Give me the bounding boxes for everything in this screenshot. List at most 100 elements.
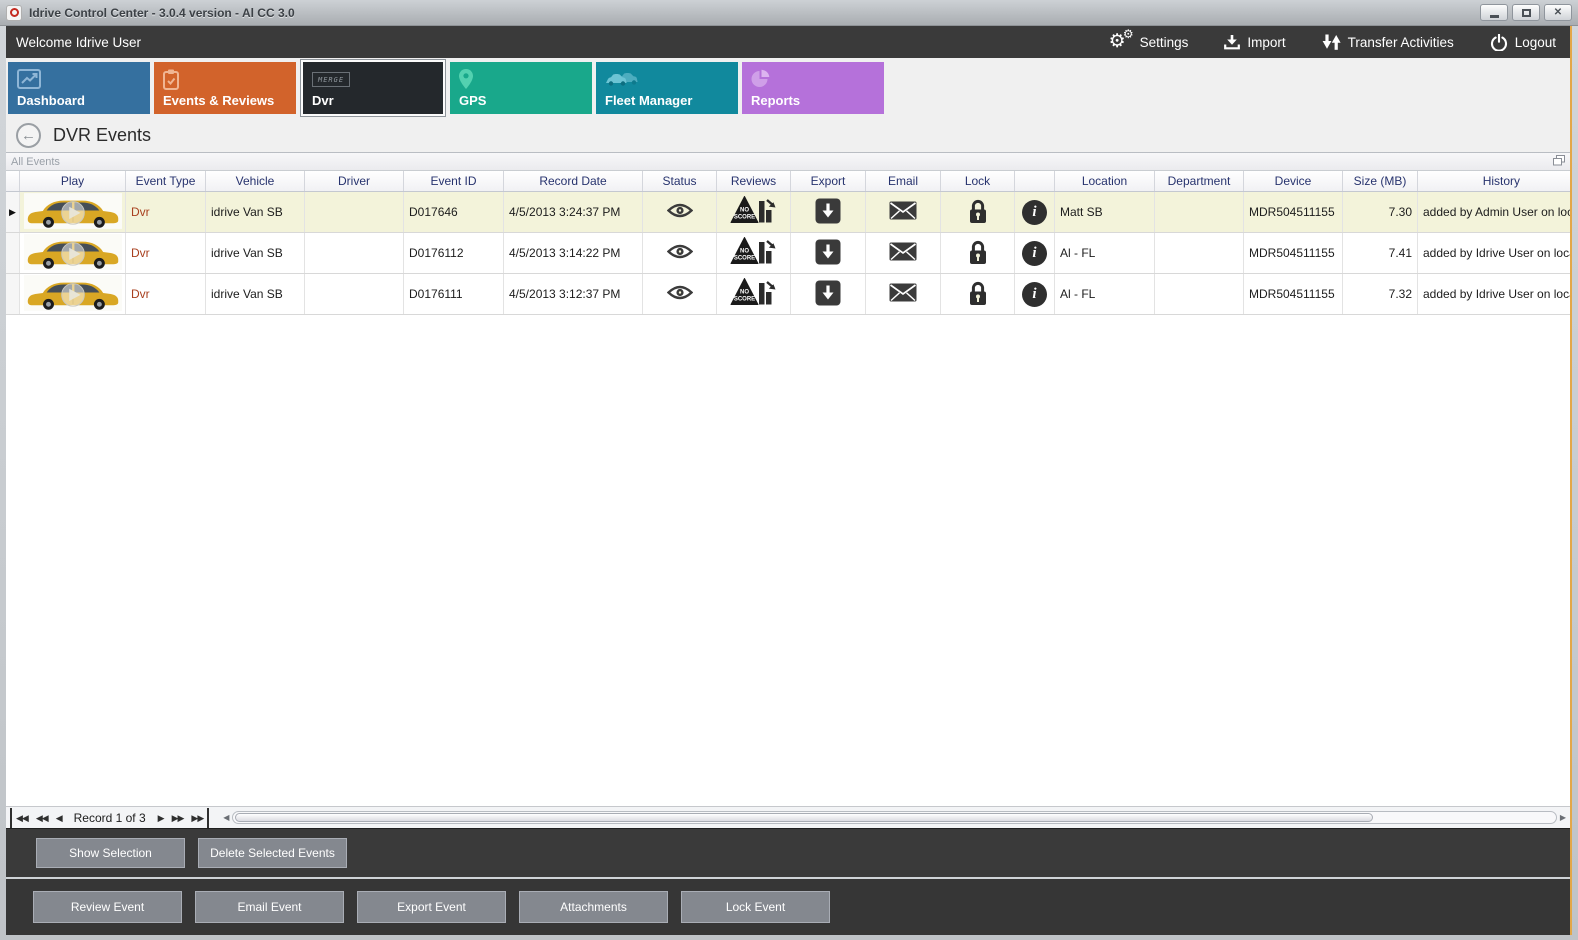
back-button[interactable]: ← bbox=[16, 123, 41, 148]
events-grid: All Events Play Event Type Vehicle bbox=[6, 152, 1570, 828]
scroll-right-icon[interactable]: ▶ bbox=[1560, 813, 1566, 822]
show-selection-button[interactable]: Show Selection bbox=[36, 838, 185, 868]
padlock-icon bbox=[968, 239, 988, 265]
scroll-left-icon[interactable]: ◀ bbox=[223, 813, 229, 822]
transfer-activities-button[interactable]: Transfer Activities bbox=[1322, 34, 1454, 50]
department-cell bbox=[1155, 274, 1244, 314]
svg-text:SCORE: SCORE bbox=[733, 296, 754, 302]
info-button[interactable]: i bbox=[1015, 233, 1055, 273]
envelope-icon bbox=[889, 201, 917, 220]
info-button[interactable]: i bbox=[1015, 274, 1055, 314]
next-page-button[interactable]: ▶▶ bbox=[168, 808, 188, 828]
tile-dashboard-label: Dashboard bbox=[17, 93, 85, 108]
reviews-score-button[interactable]: NOSCORE bbox=[717, 274, 791, 314]
play-video-thumbnail[interactable] bbox=[20, 274, 126, 314]
grid-empty-area bbox=[6, 315, 1570, 806]
tile-fleet-manager[interactable]: Fleet Manager bbox=[596, 62, 738, 114]
maximize-icon bbox=[1522, 9, 1531, 17]
previous-page-button[interactable]: ◀◀ bbox=[32, 808, 52, 828]
header-record-date[interactable]: Record Date bbox=[504, 171, 643, 191]
welcome-text: Welcome Idrive User bbox=[16, 35, 141, 50]
previous-record-button[interactable]: ◀ bbox=[52, 808, 66, 828]
app-logo-icon bbox=[6, 5, 22, 21]
header-export[interactable]: Export bbox=[791, 171, 866, 191]
lock-event-button[interactable] bbox=[941, 274, 1015, 314]
export-event-button[interactable] bbox=[791, 274, 866, 314]
size-cell: 7.41 bbox=[1343, 233, 1418, 273]
last-record-button[interactable]: ▶▶ bbox=[187, 808, 209, 828]
lock-event-button[interactable] bbox=[941, 233, 1015, 273]
padlock-icon bbox=[968, 280, 988, 306]
header-department[interactable]: Department bbox=[1155, 171, 1244, 191]
info-icon: i bbox=[1022, 200, 1047, 225]
cascade-window-icon[interactable] bbox=[1553, 153, 1565, 171]
header-location[interactable]: Location bbox=[1055, 171, 1155, 191]
table-row[interactable]: Dvr idrive Van SB D0176112 4/5/2013 3:14… bbox=[6, 233, 1570, 274]
info-icon: i bbox=[1022, 282, 1047, 307]
export-event-button[interactable]: Export Event bbox=[357, 891, 506, 923]
header-size[interactable]: Size (MB) bbox=[1343, 171, 1418, 191]
export-event-button[interactable] bbox=[791, 233, 866, 273]
maximize-button[interactable] bbox=[1512, 4, 1540, 21]
table-row[interactable]: ▶ Dvr idrive Van SB D017646 4/5/2013 3:2… bbox=[6, 192, 1570, 233]
tile-reports[interactable]: Reports bbox=[742, 62, 884, 114]
header-event-type[interactable]: Event Type bbox=[126, 171, 206, 191]
info-icon: i bbox=[1022, 241, 1047, 266]
reviews-score-button[interactable]: NOSCORE bbox=[717, 233, 791, 273]
first-record-button[interactable]: ◀◀ bbox=[10, 808, 32, 828]
header-lock[interactable]: Lock bbox=[941, 171, 1015, 191]
download-arrow-icon bbox=[815, 239, 841, 265]
header-event-id[interactable]: Event ID bbox=[404, 171, 504, 191]
import-button[interactable]: Import bbox=[1224, 35, 1285, 50]
record-date-cell: 4/5/2013 3:14:22 PM bbox=[504, 233, 643, 273]
tile-dvr[interactable]: MERGE Dvr bbox=[303, 62, 443, 114]
play-video-thumbnail[interactable] bbox=[20, 233, 126, 273]
header-reviews[interactable]: Reviews bbox=[717, 171, 791, 191]
logout-button[interactable]: Logout bbox=[1490, 34, 1556, 51]
grid-caption: All Events bbox=[11, 156, 60, 168]
info-button[interactable]: i bbox=[1015, 192, 1055, 232]
back-arrow-icon: ← bbox=[21, 127, 36, 144]
row-selector-gutter: ▶ bbox=[6, 192, 20, 232]
tile-events-reviews[interactable]: Events & Reviews bbox=[154, 62, 296, 114]
header-play[interactable]: Play bbox=[20, 171, 126, 191]
device-cell: MDR504511155 bbox=[1244, 274, 1343, 314]
status-view-button[interactable] bbox=[643, 274, 717, 314]
status-view-button[interactable] bbox=[643, 192, 717, 232]
tile-dashboard[interactable]: Dashboard bbox=[8, 62, 150, 114]
no-score-badge-icon: NOSCORE bbox=[730, 236, 778, 268]
horizontal-scrollbar[interactable] bbox=[232, 811, 1556, 824]
header-device[interactable]: Device bbox=[1244, 171, 1343, 191]
header-vehicle[interactable]: Vehicle bbox=[206, 171, 305, 191]
pie-chart-icon bbox=[751, 69, 770, 93]
vehicle-cell: idrive Van SB bbox=[206, 233, 305, 273]
minimize-button[interactable] bbox=[1480, 4, 1508, 21]
email-event-button[interactable]: Email Event bbox=[195, 891, 344, 923]
close-button[interactable]: ✕ bbox=[1544, 4, 1572, 21]
device-cell: MDR504511155 bbox=[1244, 233, 1343, 273]
horizontal-scrollbar-thumb[interactable] bbox=[235, 813, 1372, 822]
table-row[interactable]: Dvr idrive Van SB D0176111 4/5/2013 3:12… bbox=[6, 274, 1570, 315]
tile-gps[interactable]: GPS bbox=[450, 62, 592, 114]
lock-event-button[interactable]: Lock Event bbox=[681, 891, 830, 923]
lock-event-button[interactable] bbox=[941, 192, 1015, 232]
attachments-button[interactable]: Attachments bbox=[519, 891, 668, 923]
settings-button[interactable]: ⚙⚙ Settings bbox=[1109, 32, 1189, 52]
history-cell: added by Admin User on loca bbox=[1418, 192, 1570, 232]
next-record-button[interactable]: ▶ bbox=[154, 808, 168, 828]
email-event-button[interactable] bbox=[866, 274, 941, 314]
eye-icon bbox=[667, 285, 693, 300]
header-status[interactable]: Status bbox=[643, 171, 717, 191]
play-video-thumbnail[interactable] bbox=[20, 192, 126, 232]
merge-badge-icon: MERGE bbox=[312, 69, 350, 87]
email-event-button[interactable] bbox=[866, 192, 941, 232]
header-email[interactable]: Email bbox=[866, 171, 941, 191]
status-view-button[interactable] bbox=[643, 233, 717, 273]
email-event-button[interactable] bbox=[866, 233, 941, 273]
header-history[interactable]: History bbox=[1418, 171, 1570, 191]
reviews-score-button[interactable]: NOSCORE bbox=[717, 192, 791, 232]
review-event-button[interactable]: Review Event bbox=[33, 891, 182, 923]
export-event-button[interactable] bbox=[791, 192, 866, 232]
delete-selected-events-button[interactable]: Delete Selected Events bbox=[198, 838, 347, 868]
header-driver[interactable]: Driver bbox=[305, 171, 404, 191]
